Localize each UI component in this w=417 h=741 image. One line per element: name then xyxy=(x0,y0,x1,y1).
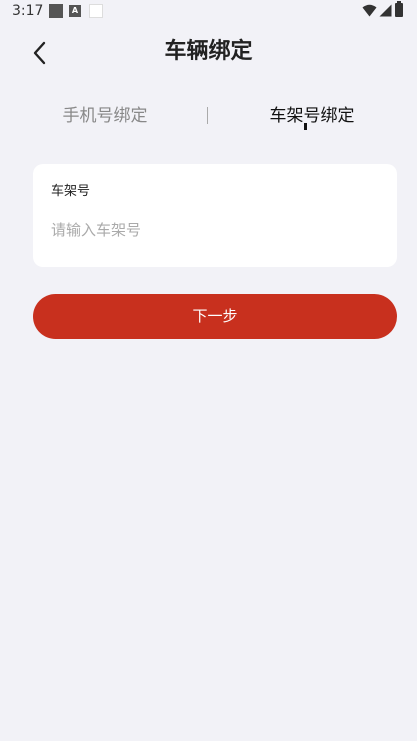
wifi-icon xyxy=(362,4,377,17)
frame-number-label: 车架号 xyxy=(51,184,91,199)
tab-frame-number-binding[interactable]: 车架号绑定 xyxy=(237,103,387,129)
tab-divider xyxy=(207,107,208,124)
tab-phone-binding[interactable]: 手机号绑定 xyxy=(30,103,180,129)
frame-number-card: 车架号 xyxy=(33,164,397,267)
status-bar: 3:17 A xyxy=(0,0,417,26)
next-step-button[interactable]: 下一步 xyxy=(33,294,397,339)
frame-number-input[interactable] xyxy=(51,216,371,244)
notification-square-icon xyxy=(49,4,63,18)
battery-icon xyxy=(395,1,403,17)
accessibility-a-icon: A xyxy=(69,5,81,17)
status-time: 3:17 xyxy=(12,3,44,19)
page-title: 车辆绑定 xyxy=(164,39,253,64)
cellular-signal-icon xyxy=(379,4,392,17)
notification-blank-icon xyxy=(89,4,103,18)
active-tab-indicator xyxy=(304,123,307,130)
